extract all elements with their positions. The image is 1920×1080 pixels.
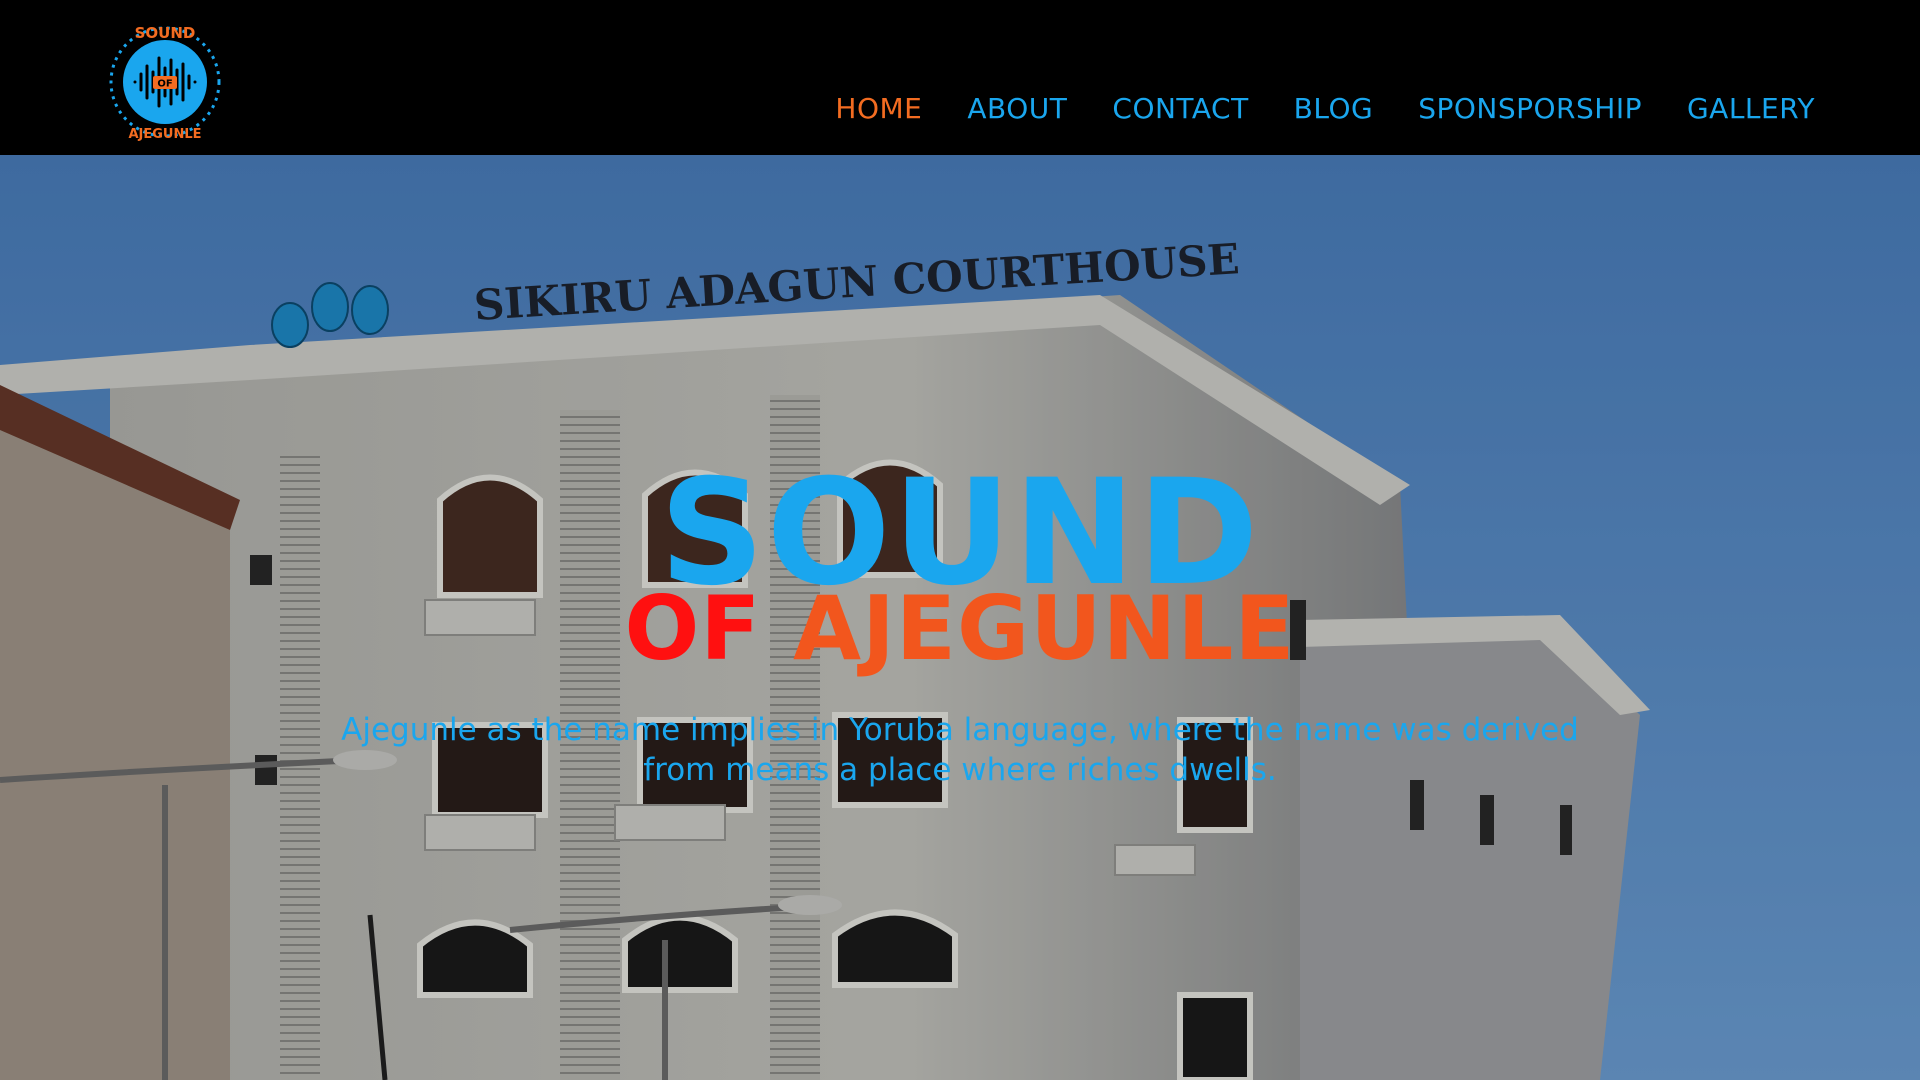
svg-text:OF: OF (157, 79, 172, 90)
nav-blog[interactable]: BLOG (1294, 92, 1374, 125)
nav-sponsorship[interactable]: SPONSPORSHIP (1418, 92, 1642, 125)
hero-section: SIKIRU ADAGUN COURTHOUSE SOUND OF AJEGUN… (0, 155, 1920, 1080)
hero-content: SOUND OF AJEGUNLE Ajegunle as the name i… (0, 155, 1920, 1080)
svg-text:SOUND: SOUND (135, 24, 196, 42)
hero-title-sub: OF AJEGUNLE (0, 585, 1920, 673)
hero-title-place: AJEGUNLE (793, 577, 1296, 680)
nav-gallery[interactable]: GALLERY (1687, 92, 1815, 125)
site-logo[interactable]: OF SOUND AJEGUNLE (105, 22, 225, 142)
nav-about[interactable]: ABOUT (967, 92, 1067, 125)
site-header: OF SOUND AJEGUNLE HOME ABOUT CONTACT BLO… (0, 0, 1920, 155)
hero-title-of: OF (624, 577, 762, 680)
nav-home[interactable]: HOME (835, 92, 922, 125)
svg-text:AJEGUNLE: AJEGUNLE (128, 127, 201, 142)
main-nav: HOME ABOUT CONTACT BLOG SPONSPORSHIP GAL… (835, 92, 1815, 125)
hero-tagline: Ajegunle as the name implies in Yoruba l… (341, 712, 1579, 788)
sound-of-ajegunle-logo-icon: OF SOUND AJEGUNLE (109, 24, 221, 142)
nav-contact[interactable]: CONTACT (1112, 92, 1248, 125)
